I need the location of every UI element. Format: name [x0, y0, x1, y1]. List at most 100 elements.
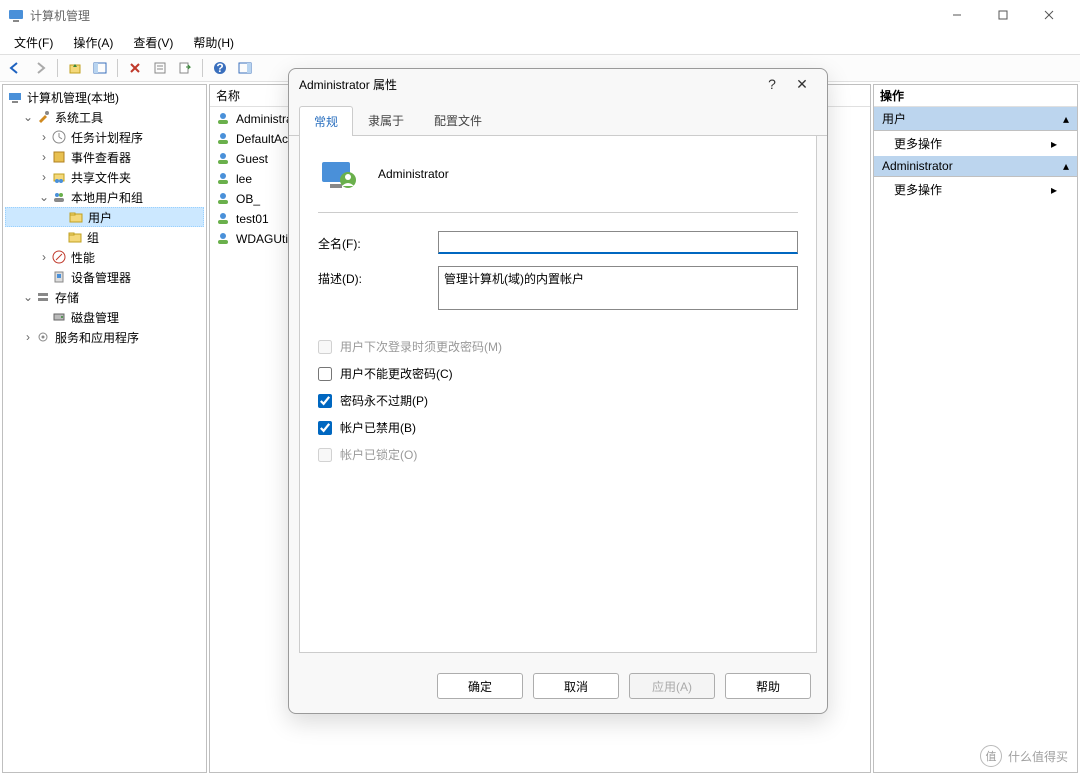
tree-shared-folders[interactable]: › 共享文件夹	[5, 167, 204, 187]
tree-event-viewer[interactable]: › 事件查看器	[5, 147, 204, 167]
tree-label: 磁盘管理	[71, 309, 119, 326]
tree-users[interactable]: 用户	[5, 207, 204, 227]
delete-button[interactable]	[124, 57, 146, 79]
tree-groups[interactable]: 组	[5, 227, 204, 247]
user-icon	[216, 131, 232, 147]
tab-member-of[interactable]: 隶属于	[353, 105, 419, 135]
user-large-icon	[318, 154, 358, 194]
window-title: 计算机管理	[30, 7, 90, 24]
actions-section-admin[interactable]: Administrator ▴	[874, 156, 1077, 177]
fullname-row: 全名(F):	[318, 231, 798, 254]
dialog-help-button[interactable]: ?	[757, 72, 787, 96]
check-locked-box	[318, 448, 332, 462]
watermark-text: 什么值得买	[1008, 748, 1068, 765]
ok-button[interactable]: 确定	[437, 673, 523, 699]
expander-icon[interactable]: ›	[37, 150, 51, 164]
expander-icon[interactable]: ›	[37, 250, 51, 264]
show-hide-tree-button[interactable]	[89, 57, 111, 79]
shared-folder-icon	[51, 169, 67, 185]
tools-icon	[35, 109, 51, 125]
back-button[interactable]	[4, 57, 26, 79]
apply-button[interactable]: 应用(A)	[629, 673, 715, 699]
tree-system-tools[interactable]: ⌄ 系统工具	[5, 107, 204, 127]
menu-file[interactable]: 文件(F)	[6, 32, 61, 53]
actions-more-1[interactable]: 更多操作 ▸	[874, 131, 1077, 156]
actions-section-users[interactable]: 用户 ▴	[874, 107, 1077, 131]
item-label: OB_	[236, 192, 260, 206]
svg-text:?: ?	[216, 61, 223, 75]
fullname-input[interactable]	[438, 231, 798, 254]
check-disabled[interactable]: 帐户已禁用(B)	[318, 419, 798, 436]
expander-icon[interactable]: ›	[21, 330, 35, 344]
tree-services-apps[interactable]: › 服务和应用程序	[5, 327, 204, 347]
tree-performance[interactable]: › 性能	[5, 247, 204, 267]
tab-general[interactable]: 常规	[299, 106, 353, 136]
dialog-titlebar[interactable]: Administrator 属性 ? ✕	[289, 69, 827, 99]
tree-root[interactable]: 计算机管理(本地)	[5, 87, 204, 107]
check-label: 用户不能更改密码(C)	[340, 365, 453, 382]
item-label: lee	[236, 172, 252, 186]
check-disabled-box[interactable]	[318, 421, 332, 435]
check-cannot-change-box[interactable]	[318, 367, 332, 381]
user-icon	[216, 231, 232, 247]
export-button[interactable]	[174, 57, 196, 79]
tree-local-users-groups[interactable]: ⌄ 本地用户和组	[5, 187, 204, 207]
collapse-icon[interactable]: ▴	[1063, 159, 1069, 173]
tree-label: 共享文件夹	[71, 169, 131, 186]
user-icon	[216, 211, 232, 227]
titlebar: 计算机管理	[0, 0, 1080, 30]
tree-label: 用户	[88, 209, 112, 226]
help-button[interactable]: ?	[209, 57, 231, 79]
up-button[interactable]	[64, 57, 86, 79]
watermark: 值 什么值得买	[980, 745, 1068, 767]
tree-disk-management[interactable]: 磁盘管理	[5, 307, 204, 327]
forward-button[interactable]	[29, 57, 51, 79]
users-icon	[51, 189, 67, 205]
tree-label: 系统工具	[55, 109, 103, 126]
fullname-label: 全名(F):	[318, 231, 438, 252]
menu-help[interactable]: 帮助(H)	[185, 32, 242, 53]
expander-icon[interactable]: ›	[37, 130, 51, 144]
user-icon	[216, 191, 232, 207]
tree-device-manager[interactable]: 设备管理器	[5, 267, 204, 287]
maximize-button[interactable]	[980, 0, 1026, 30]
dialog-tabs: 常规 隶属于 配置文件	[289, 105, 827, 136]
folder-icon	[67, 229, 83, 245]
tab-profile[interactable]: 配置文件	[419, 105, 497, 135]
cancel-button[interactable]: 取消	[533, 673, 619, 699]
storage-icon	[35, 289, 51, 305]
help-button[interactable]: 帮助	[725, 673, 811, 699]
check-locked: 帐户已锁定(O)	[318, 446, 798, 463]
dialog-close-button[interactable]: ✕	[787, 72, 817, 96]
menu-action[interactable]: 操作(A)	[65, 32, 121, 53]
expander-icon[interactable]: ⌄	[37, 190, 51, 204]
description-input[interactable]	[438, 266, 798, 310]
check-never-expires-box[interactable]	[318, 394, 332, 408]
expander-icon[interactable]: ›	[37, 170, 51, 184]
collapse-icon[interactable]: ▴	[1063, 112, 1069, 126]
tree-task-scheduler[interactable]: › 任务计划程序	[5, 127, 204, 147]
check-label: 用户下次登录时须更改密码(M)	[340, 338, 502, 355]
tree-panel[interactable]: 计算机管理(本地) ⌄ 系统工具 › 任务计划程序 › 事件查看器 › 共享文件…	[2, 84, 207, 773]
divider	[318, 212, 798, 213]
action-label: 更多操作	[894, 135, 942, 152]
menu-view[interactable]: 查看(V)	[125, 32, 181, 53]
tree-label: 存储	[55, 289, 79, 306]
actions-more-2[interactable]: 更多操作 ▸	[874, 177, 1077, 202]
check-label: 帐户已禁用(B)	[340, 419, 416, 436]
expander-icon[interactable]: ⌄	[21, 110, 35, 124]
check-must-change-box	[318, 340, 332, 354]
column-name[interactable]: 名称	[216, 87, 240, 104]
tree-storage[interactable]: ⌄ 存储	[5, 287, 204, 307]
check-cannot-change[interactable]: 用户不能更改密码(C)	[318, 365, 798, 382]
properties-dialog: Administrator 属性 ? ✕ 常规 隶属于 配置文件 Adminis…	[288, 68, 828, 714]
tree-label: 服务和应用程序	[55, 329, 139, 346]
check-label: 密码永不过期(P)	[340, 392, 428, 409]
check-never-expires[interactable]: 密码永不过期(P)	[318, 392, 798, 409]
properties-button[interactable]	[149, 57, 171, 79]
minimize-button[interactable]	[934, 0, 980, 30]
expander-icon[interactable]: ⌄	[21, 290, 35, 304]
close-button[interactable]	[1026, 0, 1072, 30]
show-hide-action-pane-button[interactable]	[234, 57, 256, 79]
watermark-icon: 值	[980, 745, 1002, 767]
